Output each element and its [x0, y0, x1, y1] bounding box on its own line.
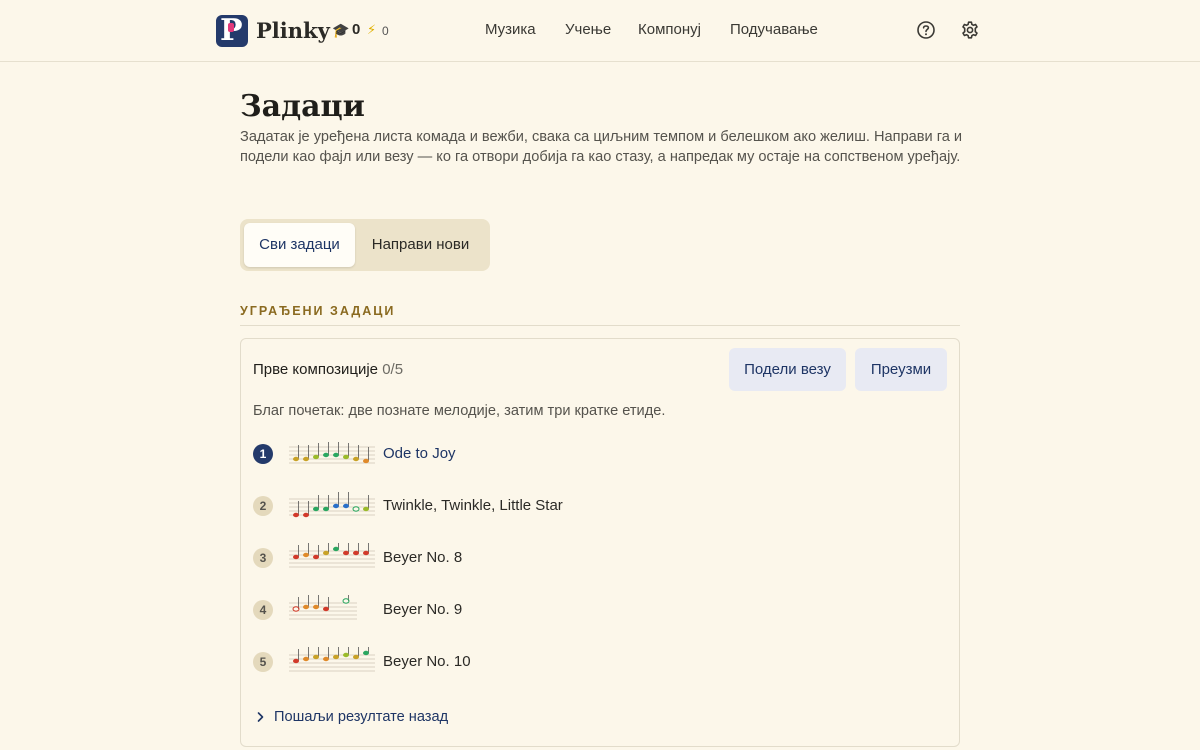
item-number: 2	[253, 496, 273, 516]
logo-accent	[228, 23, 234, 32]
item-title: Beyer No. 10	[383, 653, 471, 670]
tabs-segmented-control: Сви задаци Направи нови	[240, 219, 490, 271]
section-divider	[240, 325, 960, 326]
nav-link-teaching[interactable]: Подучавање	[730, 20, 818, 40]
item-number: 4	[253, 600, 273, 620]
nav-link-compose[interactable]: Компонуј	[638, 20, 701, 40]
graduation-cap-icon: 🎓	[332, 22, 350, 38]
lightning-icon: ⚡	[367, 22, 377, 37]
score-thumbnail-icon	[289, 647, 375, 672]
item-number: 5	[253, 652, 273, 672]
assignment-item[interactable]: 5 Beyer No. 10	[253, 647, 943, 677]
nav-link-learn[interactable]: Учење	[565, 20, 611, 40]
chevron-right-icon	[257, 712, 264, 722]
help-circle-icon[interactable]	[916, 20, 936, 40]
section-label-builtin: УГРАЂЕНИ ЗАДАЦИ	[240, 304, 396, 318]
assignment-item[interactable]: 1 Ode to Joy	[253, 439, 943, 469]
tab-all-assignments[interactable]: Сви задаци	[244, 223, 355, 267]
streak-count: 0	[382, 24, 389, 38]
gear-icon[interactable]	[960, 20, 980, 40]
score-thumbnail-icon	[289, 595, 357, 620]
download-button[interactable]: Преузми	[855, 348, 947, 391]
score-thumbnail-icon	[289, 492, 375, 518]
item-title: Beyer No. 9	[383, 601, 463, 618]
item-title: Beyer No. 8	[383, 549, 463, 566]
page-description: Задатак је уређена листа комада и вежби,…	[240, 129, 963, 165]
assignment-progress: 0/5	[382, 361, 404, 378]
page-title: Задаци	[240, 89, 365, 124]
assignment-title-text: Прве композиције	[253, 361, 379, 378]
item-title: Twinkle, Twinkle, Little Star	[383, 497, 563, 514]
assignment-item[interactable]: 4 Beyer No. 9	[253, 595, 943, 625]
assignment-item[interactable]: 2 Twinkle, Twinkle, Little Star	[253, 491, 943, 521]
tab-create-new[interactable]: Направи нови	[355, 223, 486, 267]
plinky-logo[interactable]: P	[216, 15, 248, 47]
item-title: Ode to Joy	[383, 445, 456, 462]
nav-link-music[interactable]: Музика	[485, 20, 536, 40]
assignment-card: Прве композиције 0/5 Подели везу Преузми…	[240, 338, 960, 747]
assignment-title[interactable]: Прве композиције 0/5	[253, 360, 403, 380]
xp-count: 0	[352, 21, 361, 38]
share-link-button[interactable]: Подели везу	[729, 348, 846, 391]
send-results-back-label: Пошаљи резултате назад	[274, 709, 449, 725]
item-number: 1	[253, 444, 273, 464]
top-bar: P Plinky 🎓 0 ⚡ 0 Музика Учење Компонуј П…	[0, 0, 1200, 62]
brand-name[interactable]: Plinky	[256, 17, 330, 45]
score-thumbnail-icon	[289, 543, 375, 568]
item-number: 3	[253, 548, 273, 568]
assignment-description: Благ почетак: две познате мелодије, зати…	[253, 403, 666, 419]
assignment-item[interactable]: 3 Beyer No. 8	[253, 543, 943, 573]
score-thumbnail-icon	[289, 442, 375, 464]
